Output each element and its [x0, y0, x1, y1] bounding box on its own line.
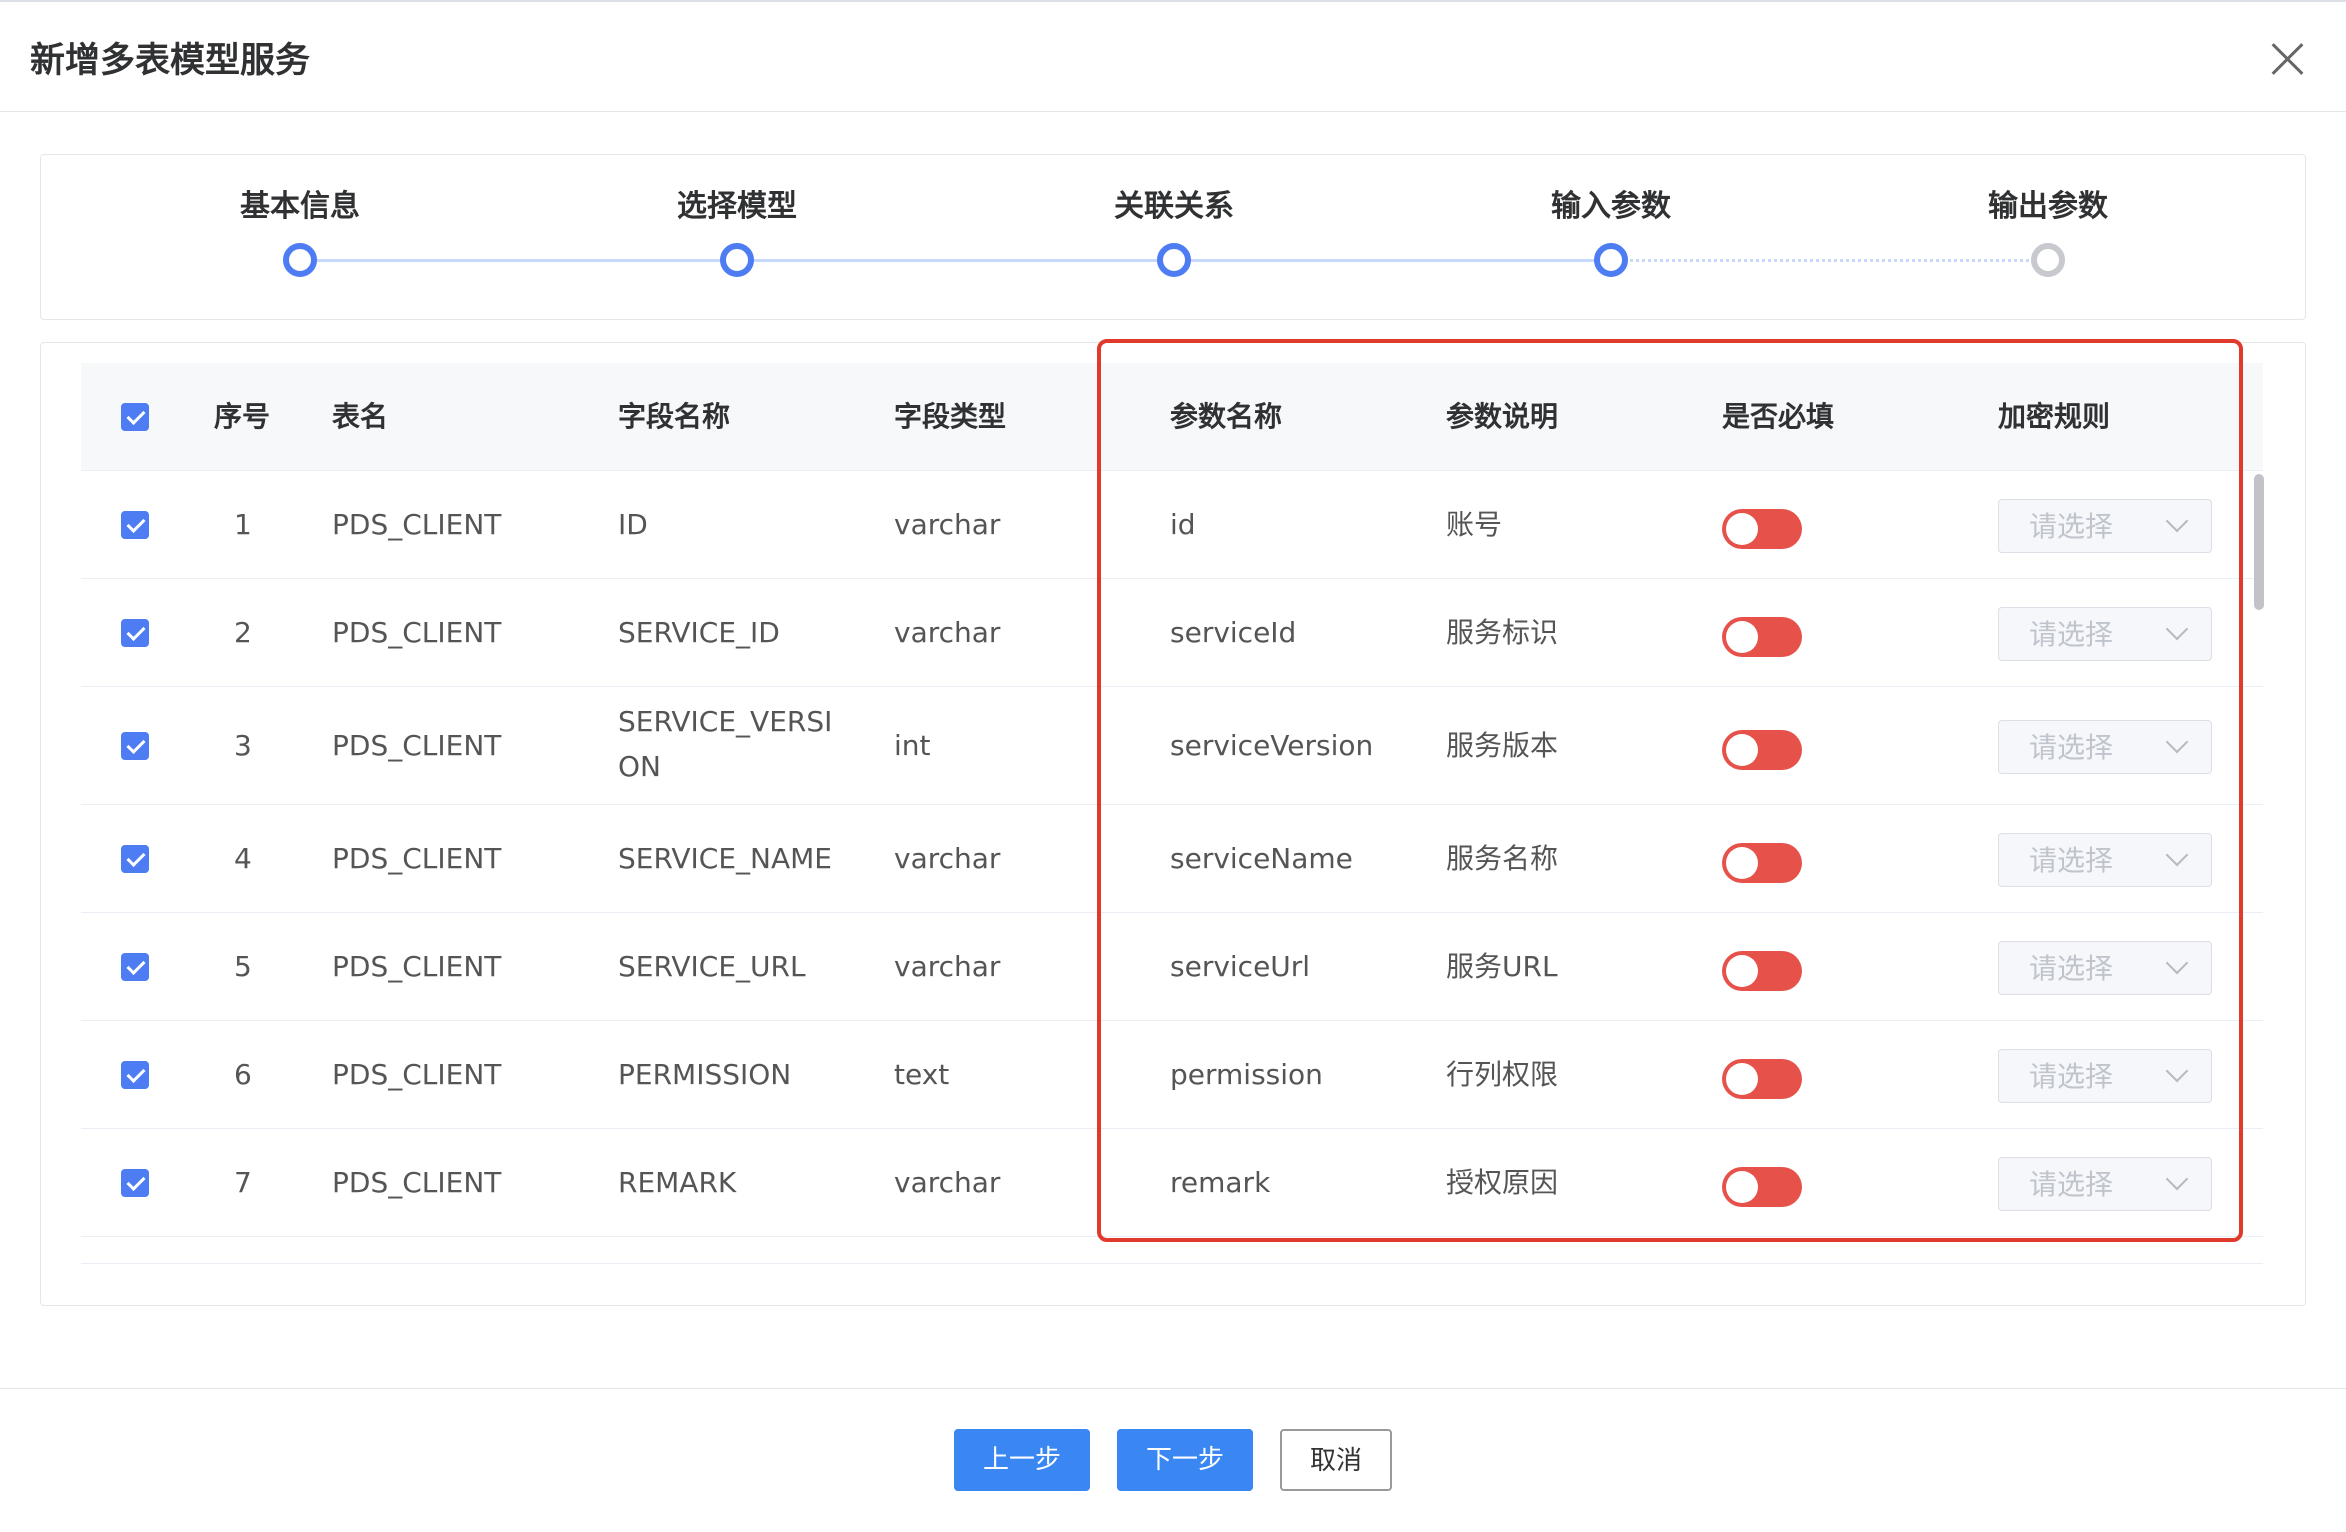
step-label: 关联关系 [1114, 189, 1234, 224]
step-label: 基本信息 [240, 189, 360, 224]
cell-field-name: PERMISSION [618, 1058, 792, 1091]
step-output-params[interactable]: 输出参数 [1898, 181, 2198, 225]
step-dot [1157, 243, 1191, 277]
row-checkbox[interactable] [121, 845, 149, 873]
cell-field-name: REMARK [618, 1166, 737, 1199]
cancel-button[interactable]: 取消 [1280, 1429, 1392, 1491]
cell-field-type: varchar [894, 1166, 1001, 1199]
step-dot [1594, 243, 1628, 277]
table-bottom-divider [81, 1263, 2263, 1264]
row-checkbox[interactable] [121, 1169, 149, 1197]
prev-step-button[interactable]: 上一步 [954, 1429, 1090, 1491]
cell-index: 2 [234, 616, 252, 649]
cell-table-name: PDS_CLIENT [332, 950, 502, 983]
close-icon[interactable] [2266, 38, 2308, 80]
cell-table-name: PDS_CLIENT [332, 1058, 502, 1091]
dialog-footer: 上一步 下一步 取消 [0, 1388, 2346, 1532]
cell-table-name: PDS_CLIENT [332, 1166, 502, 1199]
next-step-button[interactable]: 下一步 [1117, 1429, 1253, 1491]
cell-field-name: ID [618, 508, 648, 541]
dialog: 新增多表模型服务 基本信息 选择模型 关联关系 输入参数 输出参数 序号 表名 … [0, 0, 2346, 1530]
dialog-title: 新增多表模型服务 [30, 41, 311, 81]
cell-field-type: int [894, 729, 931, 762]
cell-field-name: SERVICE_URL [618, 950, 806, 983]
cell-field-name: SERVICE_NAME [618, 842, 832, 875]
row-checkbox[interactable] [121, 732, 149, 760]
highlight-annotation-box [1097, 339, 2243, 1242]
steps-panel: 基本信息 选择模型 关联关系 输入参数 输出参数 [40, 154, 2306, 320]
header-field-name: 字段名称 [618, 400, 731, 433]
header-table-name: 表名 [332, 400, 389, 433]
step-label: 选择模型 [677, 189, 797, 224]
step-basic-info[interactable]: 基本信息 [150, 181, 450, 225]
cell-field-type: varchar [894, 950, 1001, 983]
step-dot-pending [2031, 243, 2065, 277]
cell-index: 1 [234, 508, 252, 541]
step-line-pending [1611, 259, 2048, 262]
step-relations[interactable]: 关联关系 [1024, 181, 1324, 225]
cell-table-name: PDS_CLIENT [332, 842, 502, 875]
cell-table-name: PDS_CLIENT [332, 729, 502, 762]
cell-index: 5 [234, 950, 252, 983]
cell-field-type: varchar [894, 508, 1001, 541]
dialog-header: 新增多表模型服务 [0, 2, 2346, 112]
step-line [300, 259, 737, 262]
row-checkbox[interactable] [121, 1061, 149, 1089]
cell-table-name: PDS_CLIENT [332, 508, 502, 541]
cell-field-type: text [894, 1058, 950, 1091]
step-input-params[interactable]: 输入参数 [1461, 181, 1761, 225]
step-dot [720, 243, 754, 277]
cell-field-type: varchar [894, 842, 1001, 875]
header-index: 序号 [214, 400, 271, 433]
scrollbar[interactable] [2254, 474, 2264, 610]
cell-table-name: PDS_CLIENT [332, 616, 502, 649]
step-label: 输入参数 [1551, 189, 1671, 224]
cell-field-name: SERVICE_ID [618, 616, 780, 649]
step-line [1174, 259, 1611, 262]
row-checkbox[interactable] [121, 511, 149, 539]
cell-index: 7 [234, 1166, 252, 1199]
cell-index: 4 [234, 842, 252, 875]
step-label: 输出参数 [1988, 189, 2108, 224]
step-line [737, 259, 1174, 262]
cell-field-type: varchar [894, 616, 1001, 649]
step-select-model[interactable]: 选择模型 [587, 181, 887, 225]
header-field-type: 字段类型 [894, 400, 1007, 433]
row-checkbox[interactable] [121, 953, 149, 981]
select-all-checkbox[interactable] [121, 403, 149, 431]
cell-field-name: SERVICE_VERSI [618, 705, 833, 738]
step-dot [283, 243, 317, 277]
cell-index: 6 [234, 1058, 252, 1091]
cell-field-name-wrap: ON [618, 750, 661, 783]
cell-index: 3 [234, 729, 252, 762]
row-checkbox[interactable] [121, 619, 149, 647]
